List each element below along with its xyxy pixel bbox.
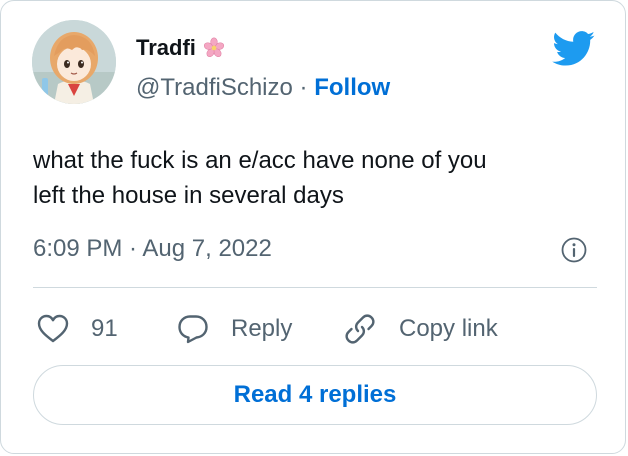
twitter-bird-icon[interactable] bbox=[552, 31, 596, 67]
like-button[interactable]: 91 bbox=[37, 309, 118, 349]
copy-link-button[interactable]: Copy link bbox=[343, 309, 498, 349]
tweet-text-line: left the house in several days bbox=[33, 182, 344, 209]
tweet-text: what the fuck is an e/acc have none of y… bbox=[33, 143, 593, 213]
like-count: 91 bbox=[91, 315, 118, 342]
reply-button[interactable]: Reply bbox=[177, 309, 292, 349]
author-name[interactable]: Tradfi bbox=[136, 35, 225, 61]
separator-dot: · bbox=[299, 74, 315, 101]
tweet-timestamp[interactable]: 6:09 PM · Aug 7, 2022 bbox=[33, 235, 272, 263]
handle-row: @TradfiSchizo · Follow bbox=[136, 74, 390, 102]
reply-label: Reply bbox=[231, 315, 293, 342]
divider bbox=[33, 287, 597, 288]
reply-icon bbox=[178, 315, 208, 344]
author-handle[interactable]: @TradfiSchizo bbox=[136, 74, 293, 101]
author-name-text: Tradfi bbox=[136, 35, 196, 60]
anime-girl-avatar-icon bbox=[32, 20, 116, 104]
read-replies-button[interactable]: Read 4 replies bbox=[33, 365, 597, 425]
follow-button[interactable]: Follow bbox=[314, 74, 390, 101]
tweet-card: Tradfi @TradfiSchizo · Follow what the f… bbox=[0, 0, 626, 454]
cherry-blossom-icon bbox=[203, 37, 224, 58]
read-replies-label: Read 4 replies bbox=[233, 381, 397, 408]
info-icon[interactable] bbox=[561, 237, 587, 263]
link-icon bbox=[345, 314, 375, 344]
avatar[interactable] bbox=[32, 20, 116, 104]
copy-link-label: Copy link bbox=[399, 315, 498, 342]
tweet-text-line: what the fuck is an e/acc have none of y… bbox=[33, 147, 487, 174]
heart-icon bbox=[37, 314, 69, 343]
